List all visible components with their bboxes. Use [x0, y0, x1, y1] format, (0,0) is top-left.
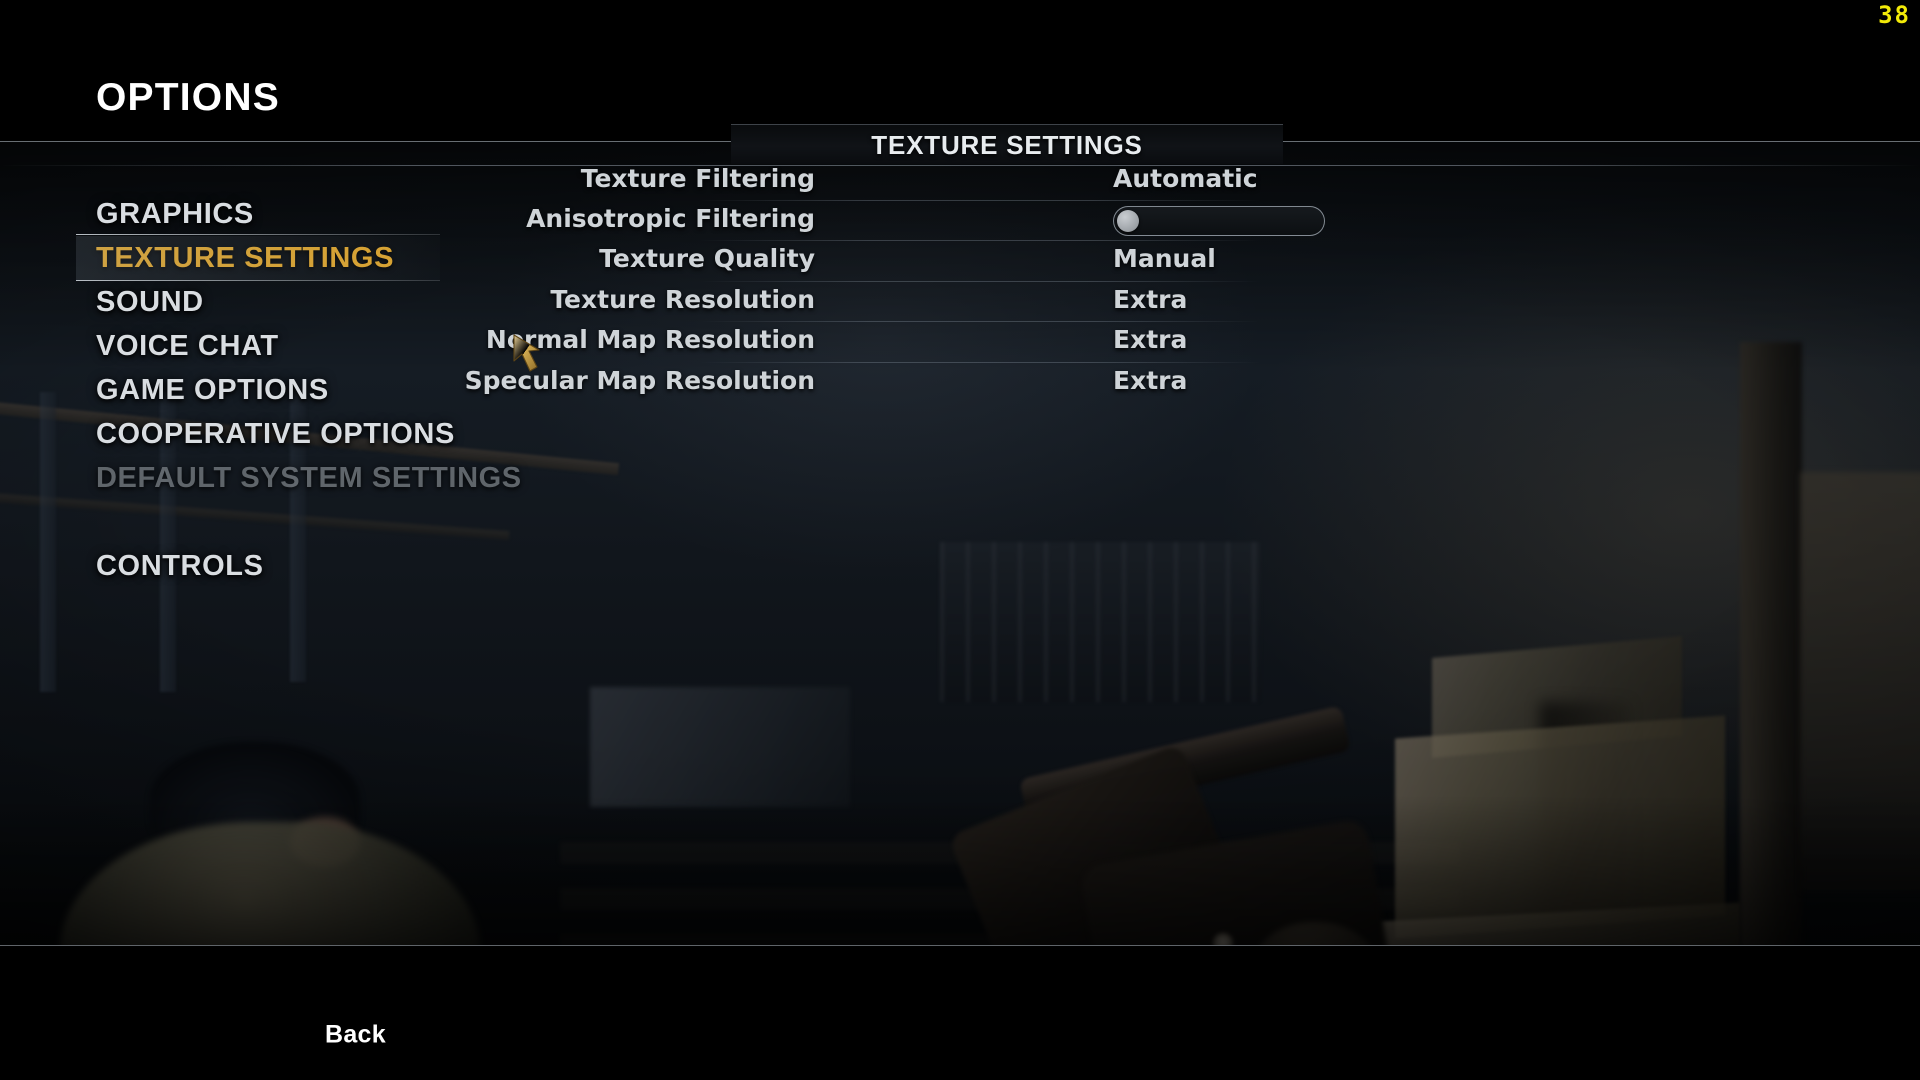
- setting-label-normal-map-resolution: Normal Map Resolution: [485, 325, 815, 354]
- setting-row-divider: [700, 321, 1260, 322]
- setting-label-texture-filtering: Texture Filtering: [580, 164, 815, 193]
- scene-background-box: [590, 687, 850, 807]
- setting-value-normal-map-resolution[interactable]: Extra: [1113, 325, 1187, 354]
- scene-shelf-rack: [940, 542, 1260, 702]
- sidebar-item-cooperative-options[interactable]: COOPERATIVE OPTIONS: [96, 418, 455, 451]
- setting-value-texture-filtering[interactable]: Automatic: [1113, 164, 1258, 193]
- setting-label-texture-quality: Texture Quality: [599, 244, 815, 273]
- setting-value-texture-quality[interactable]: Manual: [1113, 244, 1216, 273]
- page-title: OPTIONS: [96, 76, 280, 119]
- panel-title: TEXTURE SETTINGS: [871, 129, 1143, 160]
- setting-row-divider: [700, 281, 1260, 282]
- game-options-screen: OPTIONS 38 GRAPHICSTEXTURE SETTINGSSOUND…: [0, 0, 1920, 1080]
- setting-row-divider: [700, 240, 1260, 241]
- anisotropic-filtering-slider[interactable]: [1113, 206, 1325, 236]
- setting-value-specular-map-resolution[interactable]: Extra: [1113, 366, 1187, 395]
- scene-wooden-rail-lower: [0, 492, 510, 541]
- setting-row-divider: [700, 362, 1260, 363]
- setting-row: Specular Map Resolution Extra: [0, 362, 1920, 416]
- setting-row-divider: [700, 200, 1260, 201]
- bottom-letterbox-bar: [0, 945, 1920, 1080]
- sidebar-item-default-system-settings: DEFAULT SYSTEM SETTINGS: [96, 462, 522, 494]
- setting-label-texture-resolution: Texture Resolution: [550, 285, 815, 314]
- fps-counter: 38: [1878, 1, 1911, 29]
- scene-fence-post: [40, 392, 56, 692]
- slider-knob[interactable]: [1117, 210, 1139, 232]
- setting-label-specular-map-resolution: Specular Map Resolution: [464, 366, 815, 395]
- setting-value-texture-resolution[interactable]: Extra: [1113, 285, 1187, 314]
- sidebar-item-controls[interactable]: CONTROLS: [96, 550, 264, 583]
- scene-floor-shadow: [0, 795, 1920, 945]
- setting-label-anisotropic-filtering: Anisotropic Filtering: [526, 204, 815, 233]
- top-letterbox-bar: [0, 0, 1920, 142]
- back-button[interactable]: Back: [325, 1021, 386, 1050]
